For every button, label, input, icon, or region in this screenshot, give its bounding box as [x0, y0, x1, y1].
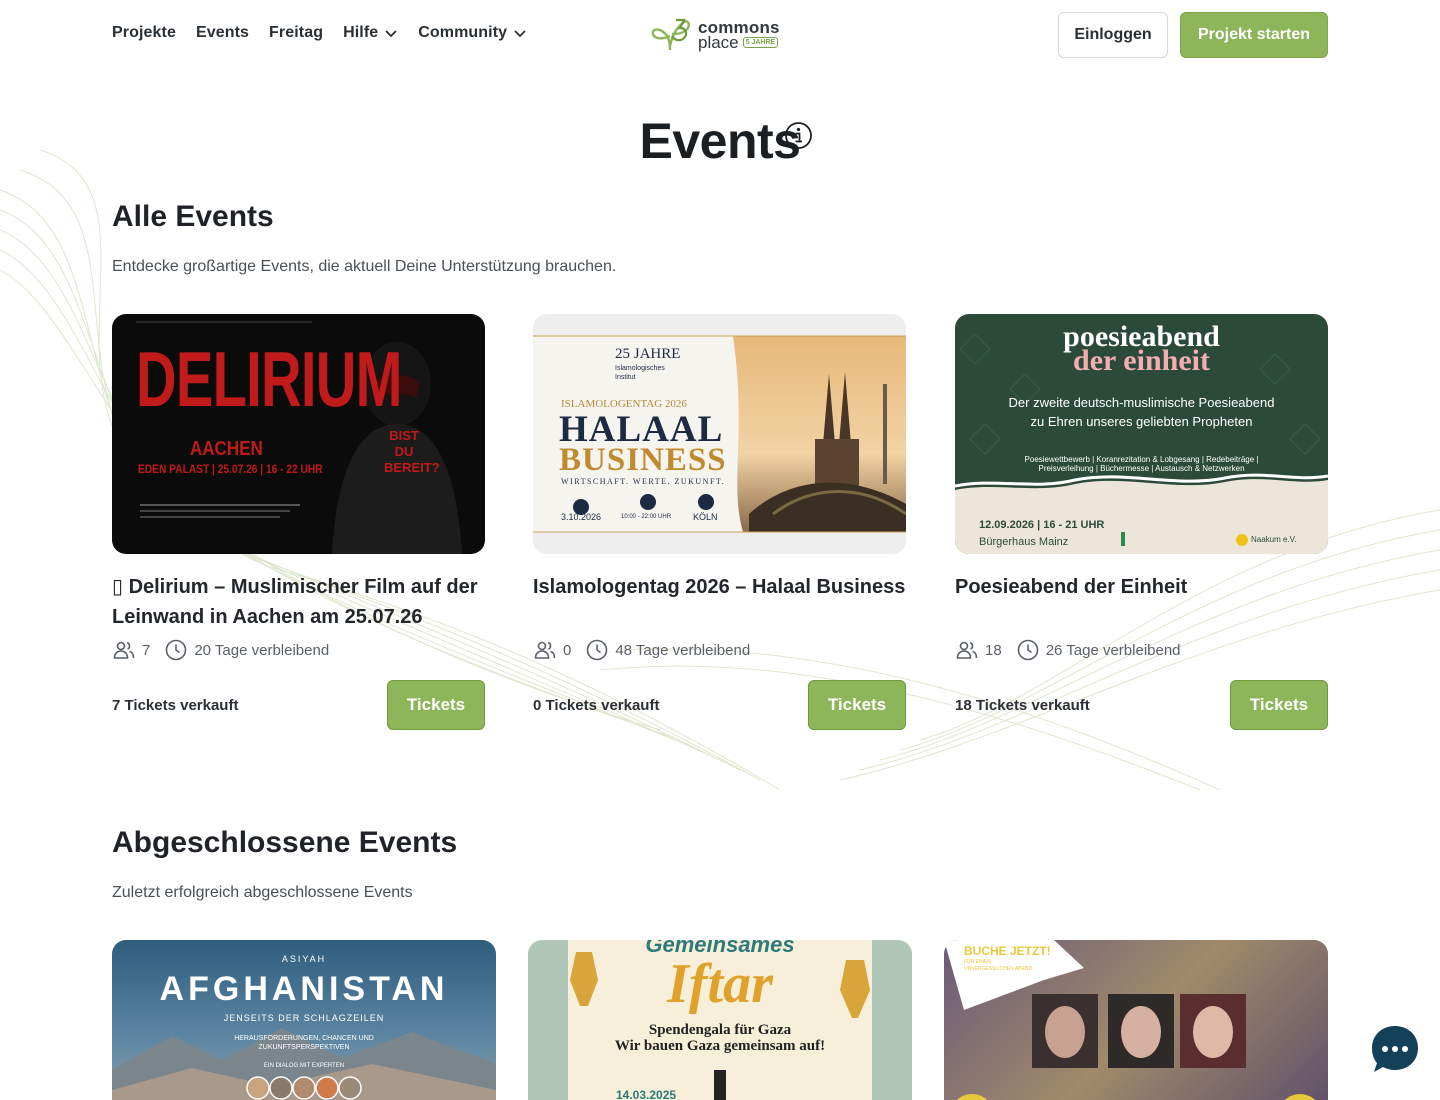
time-remaining: 20 Tage verbleibend	[164, 638, 329, 662]
poster-institute: Islamologisches Institut	[615, 365, 665, 381]
event-footer: 0 Tickets verkauft Tickets	[533, 680, 906, 730]
users-icon	[113, 641, 135, 659]
login-button[interactable]: Einloggen	[1058, 12, 1168, 58]
poster-subtitle: JENSEITS DER SCHLAGZEILEN	[223, 1013, 385, 1023]
event-card: DELIRIUM AACHEN EDEN PALAST | 25.07.26 |…	[112, 314, 485, 730]
completed-event-image-iftar[interactable]: Gemeinsames Iftar Spendengala für Gaza W…	[528, 940, 912, 1100]
poster-description: HERAUSFORDERUNGEN, CHANCEN UND ZUKUNFTSP…	[234, 1035, 374, 1051]
sprout-logo-icon	[651, 18, 690, 51]
event-image-islamologentag[interactable]: 25 JAHRE Islamologisches Institut ISLAMO…	[533, 314, 906, 554]
poster-badge: BUCHE JETZT!	[964, 944, 1051, 958]
poster-program-2: Preisverleihung | Büchermesse | Austausc…	[1038, 464, 1245, 473]
supporters-value: 7	[142, 641, 151, 659]
poster-headline: DELIRIUM	[136, 335, 402, 423]
poster-organizer: ASIYAH	[281, 954, 327, 964]
nav-link-events[interactable]: Events	[196, 24, 249, 42]
section-subtitle-completed: Zuletzt erfolgreich abgeschlossene Event…	[112, 884, 413, 901]
poster-date: 3.10.2026	[561, 512, 602, 522]
nav-link-label: Freitag	[269, 24, 324, 41]
completed-event-image-gala[interactable]: BUCHE JETZT! FÜR EINEN UNVERGESSLICHEN A…	[944, 940, 1328, 1100]
poster-details: EDEN PALAST | 25.07.26 | 16 - 22 UHR	[138, 462, 323, 476]
nav-link-hilfe[interactable]: Hilfe	[343, 24, 398, 42]
completed-event-image-afghanistan[interactable]: ASIYAH AFGHANISTAN JENSEITS DER SCHLAGZE…	[112, 940, 496, 1100]
clock-icon	[166, 639, 187, 661]
nav-link-freitag[interactable]: Freitag	[269, 24, 323, 42]
poster-headline: Iftar	[667, 953, 773, 1015]
poster-date: 12.09.2026 | 16 - 21 UHR	[979, 519, 1105, 531]
tickets-button[interactable]: Tickets	[808, 680, 906, 730]
section-title-active: Alle Events	[112, 200, 274, 233]
page-title: Events	[639, 113, 801, 169]
poster-tagline: WIRTSCHAFT. WERTE. ZUKUNFT.	[561, 477, 726, 486]
poster-note: EIN DIALOG MIT EXPERTEN	[263, 1063, 345, 1069]
poster-description-2: zu Ehren unseres geliebten Propheten	[1030, 414, 1253, 429]
poster-place: KÖLN	[693, 512, 718, 522]
poster-headline: AFGHANISTAN	[159, 970, 449, 1008]
clock-icon	[1017, 639, 1038, 661]
event-image-poesieabend[interactable]: poesieabend der einheit Der zweite deuts…	[955, 314, 1328, 554]
event-meta: 0 48 Tage verbleibend	[533, 638, 906, 662]
nav-link-community[interactable]: Community	[418, 24, 527, 42]
time-remaining: 48 Tage verbleibend	[585, 638, 750, 662]
poster-tagline: BIST DU BEREIT?	[384, 428, 440, 475]
tickets-sold: 18 Tickets verkauft	[955, 696, 1090, 714]
poster-line-1: Spendengala für Gaza	[648, 1022, 792, 1038]
section-title-completed: Abgeschlossene Events	[112, 826, 458, 859]
remaining-value: 20 Tage verbleibend	[194, 641, 330, 659]
event-image-delirium[interactable]: DELIRIUM AACHEN EDEN PALAST | 25.07.26 |…	[112, 314, 485, 554]
event-footer: 7 Tickets verkauft Tickets	[112, 680, 485, 730]
event-footer: 18 Tickets verkauft Tickets	[955, 680, 1328, 730]
event-title[interactable]: Islamologentag 2026 – Halaal Business	[533, 572, 906, 632]
poster-time: 10:00 - 22:00 UHR	[621, 514, 672, 520]
nav-links: Projekte Events Freitag Hilfe Community	[112, 24, 527, 42]
nav-link-projekte[interactable]: Projekte	[112, 24, 176, 42]
top-navigation: Projekte Events Freitag Hilfe Community …	[0, 0, 1440, 70]
chevron-down-icon	[385, 30, 397, 38]
event-meta: 18 26 Tage verbleibend	[955, 638, 1328, 662]
chevron-down-icon	[514, 30, 526, 38]
supporters-value: 0	[563, 641, 572, 659]
nav-link-label: Hilfe	[343, 24, 379, 41]
poster-badge-subtitle: FÜR EINEN UNVERGESSLICHEN ABEND	[964, 959, 1033, 972]
clock-icon	[587, 639, 608, 661]
logo-text-place: place	[698, 33, 739, 52]
poster-venue: Bürgerhaus Mainz	[979, 536, 1069, 548]
start-project-button[interactable]: Projekt starten	[1180, 12, 1328, 58]
poster-organizer: Naakum e.V.	[1251, 535, 1297, 544]
info-icon[interactable]	[784, 121, 813, 150]
poster-headline-2: der einheit	[1073, 344, 1210, 377]
event-meta: 7 20 Tage verbleibend	[112, 638, 485, 662]
supporters-count: 18	[955, 638, 1002, 662]
users-icon	[956, 641, 978, 659]
time-remaining: 26 Tage verbleibend	[1016, 638, 1181, 662]
chat-bubble-icon[interactable]	[1370, 1024, 1420, 1074]
nav-link-label: Community	[418, 24, 508, 41]
poster-line-2: Wir bauen Gaza gemeinsam auf!	[614, 1038, 826, 1054]
poster-headline-2: BUSINESS	[559, 442, 727, 478]
poster-city: AACHEN	[190, 438, 263, 460]
event-card: 25 JAHRE Islamologisches Institut ISLAMO…	[533, 314, 906, 730]
poster-description-1: Der zweite deutsch-muslimische Poesieabe…	[1008, 395, 1275, 410]
event-title[interactable]: Poesieabend der Einheit	[955, 572, 1328, 632]
supporters-count: 0	[533, 638, 571, 662]
tickets-button[interactable]: Tickets	[1230, 680, 1328, 730]
event-title[interactable]: ▯ Delirium – Muslimischer Film auf der L…	[112, 572, 485, 632]
tickets-sold: 0 Tickets verkauft	[533, 696, 660, 714]
tickets-button[interactable]: Tickets	[387, 680, 485, 730]
poster-program-1: Poesiewettbewerb | Koranrezitation & Lob…	[1024, 455, 1259, 464]
tickets-sold: 7 Tickets verkauft	[112, 696, 239, 714]
poster-jubilee: 25 JAHRE	[615, 346, 681, 362]
event-card: poesieabend der einheit Der zweite deuts…	[955, 314, 1328, 730]
commonsplace-logo[interactable]: commons place 5 JAHRE	[650, 16, 780, 54]
remaining-value: 48 Tage verbleibend	[615, 641, 751, 659]
nav-link-label: Events	[195, 24, 250, 41]
poster-date: 14.03.2025	[616, 1088, 677, 1100]
users-icon	[534, 641, 556, 659]
nav-link-label: Projekte	[112, 24, 176, 41]
remaining-value: 26 Tage verbleibend	[1045, 641, 1181, 659]
supporters-value: 18	[985, 641, 1002, 659]
logo-anniversary-badge: 5 JAHRE	[742, 37, 779, 48]
supporters-count: 7	[112, 638, 150, 662]
section-subtitle-active: Entdecke großartige Events, die aktuell …	[112, 258, 617, 275]
